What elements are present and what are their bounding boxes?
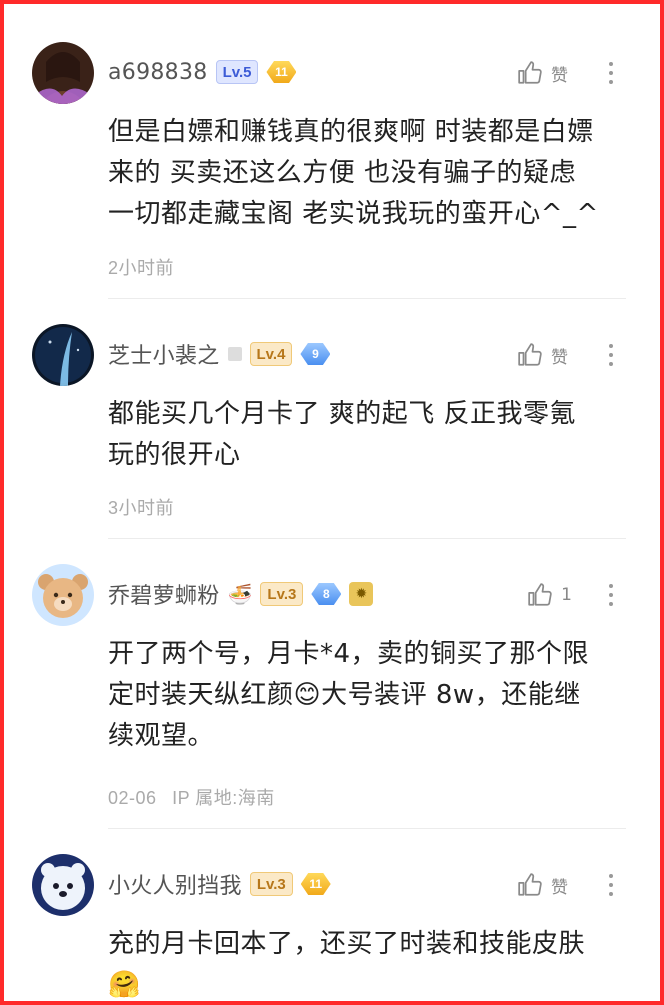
level-badge: Lv.5 — [215, 60, 259, 84]
like-button[interactable]: 赞 — [517, 342, 568, 368]
like-button[interactable]: 赞 — [517, 872, 568, 898]
comment-text: 但是白嫖和赚钱真的很爽啊 时装都是白嫖 来的 买卖还这么方便 也没有骗子的疑虑 … — [108, 112, 620, 235]
comment-line: 但是白嫖和赚钱真的很爽啊 时装都是白嫖 — [108, 117, 594, 147]
like-label: 赞 — [551, 347, 568, 368]
thumbs-up-icon — [518, 61, 542, 84]
divider — [108, 298, 626, 299]
avatar-image — [32, 564, 94, 626]
comment-item: 芝士小裴之 Lv.4 9 赞 都能买几个月卡了 爽的起飞 反正我零氪 玩的很开心… — [4, 300, 660, 540]
medal-badge: 9 — [300, 343, 331, 365]
thumbs-up-icon — [518, 873, 542, 896]
like-label: 赞 — [551, 877, 568, 898]
like-button[interactable]: 赞 — [517, 60, 568, 86]
username[interactable]: 乔碧萝蛳粉 — [108, 578, 220, 610]
medal-badge: 11 — [266, 61, 297, 83]
like-button[interactable]: 1 — [527, 582, 572, 608]
avatar[interactable] — [32, 42, 94, 104]
username[interactable]: 芝士小裴之 — [108, 338, 220, 370]
comment-item: a698838 Lv.5 11 赞 但是白嫖和赚钱真的很爽啊 时装都是白嫖 来的… — [4, 4, 660, 300]
more-vertical-icon[interactable] — [608, 584, 614, 606]
comment-item: 乔碧萝蛳粉 🍜 Lv.3 8 ✹ 1 开了两个号，月卡*4，卖的铜买了那个限 定… — [4, 540, 660, 830]
avatar-image — [32, 324, 94, 386]
comment-line: 续观望。 — [108, 721, 215, 751]
more-vertical-icon[interactable] — [608, 62, 614, 84]
comment-line-part: 定时装天纵红颜 — [108, 680, 294, 710]
comment-time: 3小时前 — [108, 498, 175, 518]
comment-text: 充的月卡回本了，还买了时装和技能皮肤 🤗 — [108, 924, 620, 1001]
smile-emoji-icon: 😊 — [293, 680, 322, 710]
noodle-bowl-icon: 🍜 — [227, 582, 253, 606]
comment-meta: 02-06 IP 属地:海南 — [108, 784, 275, 810]
comment-header: 乔碧萝蛳粉 🍜 Lv.3 8 ✹ — [108, 578, 374, 610]
thumbs-up-icon — [528, 583, 552, 606]
comment-line: 充的月卡回本了，还买了时装和技能皮肤 — [108, 929, 586, 959]
username[interactable]: a698838 — [108, 60, 208, 85]
comment-time: 2小时前 — [108, 258, 175, 278]
comment-header: 芝士小裴之 Lv.4 9 — [108, 338, 331, 370]
comment-line: 玩的很开心 — [108, 440, 241, 470]
more-vertical-icon[interactable] — [608, 874, 614, 896]
comment-line: 开了两个号，月卡*4，卖的铜买了那个限 — [108, 639, 590, 669]
comment-header: a698838 Lv.5 11 — [108, 57, 297, 87]
avatar-image — [32, 854, 94, 916]
comment-header: 小火人别挡我 Lv.3 11 — [108, 869, 331, 899]
like-label: 赞 — [551, 65, 568, 86]
hug-emoji-icon: 🤗 — [108, 970, 141, 1000]
level-badge: Lv.3 — [260, 582, 304, 606]
comment-line: 来的 买卖还这么方便 也没有骗子的疑虑 — [108, 158, 577, 188]
avatar[interactable] — [32, 564, 94, 626]
divider — [108, 538, 626, 539]
avatar-image — [32, 42, 94, 104]
avatar[interactable] — [32, 854, 94, 916]
comment-text: 开了两个号，月卡*4，卖的铜买了那个限 定时装天纵红颜😊大号装评 8w，还能继 … — [108, 634, 620, 757]
comment-line: 🤗 — [108, 965, 620, 1001]
more-vertical-icon[interactable] — [608, 344, 614, 366]
comment-line: 都能买几个月卡了 爽的起飞 反正我零氪 — [108, 399, 577, 429]
comment-text: 都能买几个月卡了 爽的起飞 反正我零氪 玩的很开心 — [108, 394, 620, 476]
like-count: 1 — [561, 585, 572, 605]
comment-line: 定时装天纵红颜😊大号装评 8w，还能继 — [108, 675, 620, 716]
comment-list: a698838 Lv.5 11 赞 但是白嫖和赚钱真的很爽啊 时装都是白嫖 来的… — [0, 0, 664, 1005]
sun-badge-icon: ✹ — [349, 582, 374, 606]
divider — [108, 828, 626, 829]
comment-item: 小火人别挡我 Lv.3 11 赞 充的月卡回本了，还买了时装和技能皮肤 🤗 — [4, 830, 660, 1001]
comment-time: 02-06 — [108, 788, 157, 808]
level-badge: Lv.4 — [249, 342, 293, 366]
thumbs-up-icon — [518, 343, 542, 366]
medal-badge: 11 — [300, 873, 331, 895]
status-square-icon — [227, 347, 242, 361]
comment-location: IP 属地:海南 — [172, 788, 275, 808]
username[interactable]: 小火人别挡我 — [108, 868, 242, 900]
medal-badge: 8 — [311, 583, 342, 605]
comment-line-part: 大号装评 8w，还能继 — [321, 680, 581, 710]
level-badge: Lv.3 — [249, 872, 293, 896]
avatar[interactable] — [32, 324, 94, 386]
comment-line: 一切都走藏宝阁 老实说我玩的蛮开心^_^ — [108, 199, 599, 229]
